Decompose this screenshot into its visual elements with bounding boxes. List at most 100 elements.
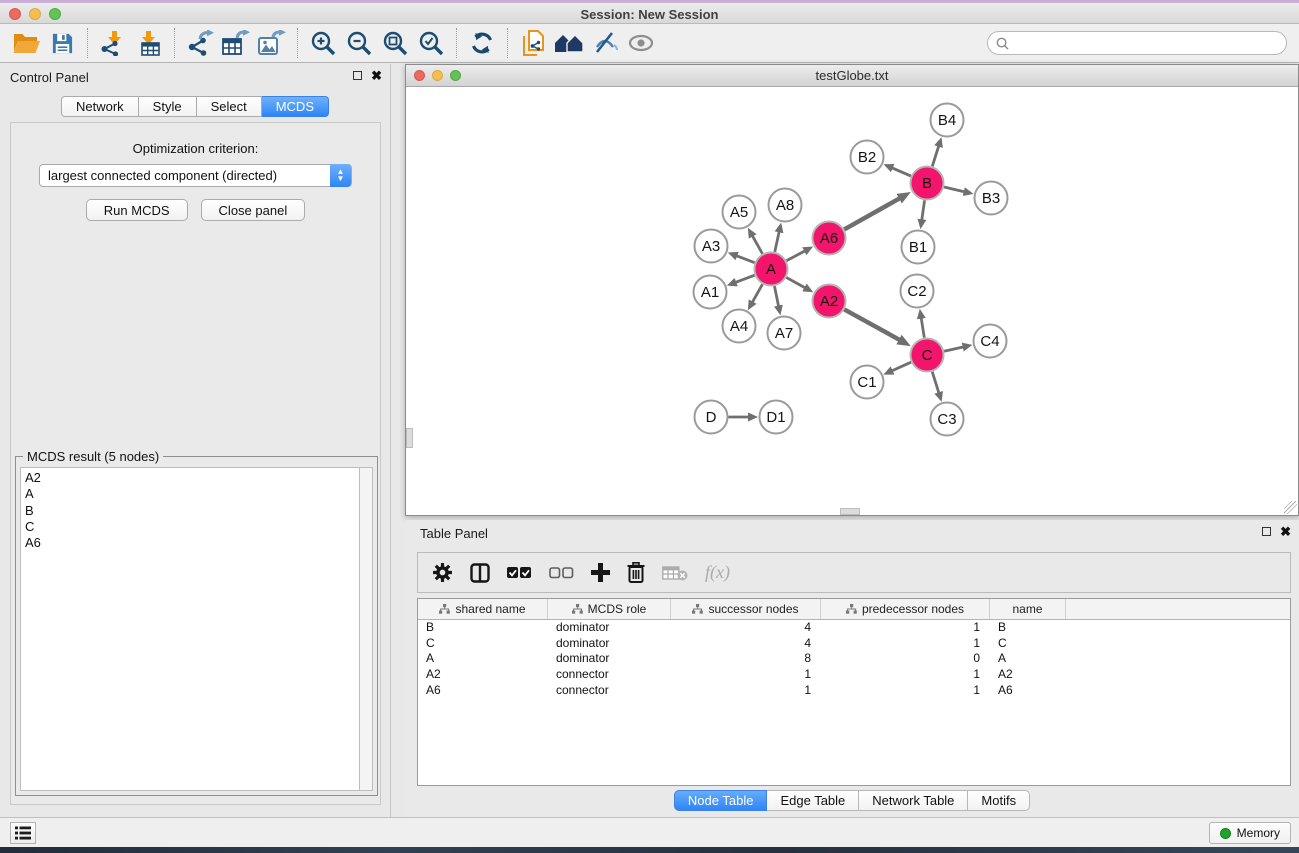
close-panel-icon[interactable]: ✖ xyxy=(371,70,382,81)
run-mcds-button[interactable]: Run MCDS xyxy=(86,199,188,221)
refresh-layout-button[interactable] xyxy=(464,27,500,59)
import-network-button[interactable] xyxy=(95,27,131,59)
table-row[interactable]: Adominator80A xyxy=(418,651,1290,667)
graph-edge-A-A2[interactable] xyxy=(786,277,805,287)
graph-node-a5[interactable]: A5 xyxy=(723,196,756,229)
criterion-dropdown[interactable]: largest connected component (directed) ▲… xyxy=(39,164,352,187)
mcds-result-list[interactable]: A2ABCA6 xyxy=(20,467,359,791)
import-table-button[interactable] xyxy=(131,27,167,59)
table-cell[interactable]: connector xyxy=(548,667,671,683)
search-input[interactable] xyxy=(1015,36,1278,50)
graph-node-a3[interactable]: A3 xyxy=(695,230,728,263)
table-cell[interactable]: 1 xyxy=(821,667,990,683)
table-row[interactable]: Bdominator41B xyxy=(418,620,1290,636)
table-cell[interactable]: dominator xyxy=(548,636,671,652)
graph-node-c4[interactable]: C4 xyxy=(974,325,1007,358)
close-panel-button[interactable]: Close panel xyxy=(201,199,306,221)
table-row[interactable]: A6connector11A6 xyxy=(418,683,1290,699)
table-cell[interactable]: 4 xyxy=(671,620,821,636)
table-row[interactable]: A2connector11A2 xyxy=(418,667,1290,683)
graph-node-c3[interactable]: C3 xyxy=(931,403,964,436)
open-session-button[interactable] xyxy=(8,27,44,59)
table-row[interactable]: Cdominator41C xyxy=(418,636,1290,652)
show-graphics-details-button[interactable] xyxy=(623,27,659,59)
horizontal-scroll-thumb[interactable] xyxy=(840,508,860,515)
graph-node-d1[interactable]: D1 xyxy=(760,401,793,434)
graph-node-a6[interactable]: A6 xyxy=(813,222,846,255)
graph-edge-A6-B[interactable] xyxy=(844,198,899,229)
graph-node-c2[interactable]: C2 xyxy=(901,275,934,308)
close-network-window-button[interactable] xyxy=(414,70,425,81)
graph-edge-B-B2[interactable] xyxy=(892,168,911,176)
graph-node-a2[interactable]: A2 xyxy=(813,285,846,318)
export-table-button[interactable] xyxy=(218,27,254,59)
zoom-out-button[interactable] xyxy=(341,27,377,59)
export-image-button[interactable] xyxy=(254,27,290,59)
table-settings-button[interactable] xyxy=(432,562,453,583)
table-cell[interactable]: 1 xyxy=(821,620,990,636)
mcds-result-item[interactable]: A6 xyxy=(25,535,359,551)
graph-edge-B-B1[interactable] xyxy=(922,200,925,219)
graph-edge-C-C4[interactable] xyxy=(944,347,963,351)
mcds-result-scrollbar[interactable] xyxy=(359,467,373,791)
graph-edge-C-C3[interactable] xyxy=(932,372,939,393)
mcds-result-item[interactable]: A xyxy=(25,486,359,502)
mcds-result-item[interactable]: B xyxy=(25,503,359,519)
graph-edge-A-A8[interactable] xyxy=(775,232,779,252)
maximize-network-window-button[interactable] xyxy=(450,70,461,81)
mcds-result-item[interactable]: C xyxy=(25,519,359,535)
table-cell[interactable]: 1 xyxy=(671,667,821,683)
hide-annotations-button[interactable] xyxy=(587,27,623,59)
graph-edge-C-C1[interactable] xyxy=(892,362,911,371)
table-cell[interactable]: A6 xyxy=(418,683,548,699)
table-cell[interactable]: A2 xyxy=(418,667,548,683)
column-header-shared-name[interactable]: shared name xyxy=(418,599,548,619)
zoom-selected-button[interactable] xyxy=(413,27,449,59)
table-cell[interactable]: 1 xyxy=(671,683,821,699)
graph-node-a4[interactable]: A4 xyxy=(723,310,756,343)
table-cell[interactable]: 8 xyxy=(671,651,821,667)
table-cell[interactable]: dominator xyxy=(548,651,671,667)
graph-node-a7[interactable]: A7 xyxy=(768,317,801,350)
graph-edge-A2-C[interactable] xyxy=(844,309,899,339)
float-table-panel-icon[interactable] xyxy=(1262,527,1271,536)
export-network-button[interactable] xyxy=(182,27,218,59)
float-panel-icon[interactable] xyxy=(353,71,362,80)
graph-edge-C-C2[interactable] xyxy=(921,318,924,338)
clone-network-button[interactable] xyxy=(515,27,551,59)
graph-node-b1[interactable]: B1 xyxy=(902,231,935,264)
graph-edge-A-A7[interactable] xyxy=(774,286,778,306)
table-cell[interactable]: C xyxy=(418,636,548,652)
unselect-all-columns-button[interactable] xyxy=(549,566,574,579)
table-cell[interactable]: A2 xyxy=(990,667,1066,683)
window-resize-grip[interactable] xyxy=(1284,501,1297,514)
task-history-button[interactable] xyxy=(10,822,36,844)
graph-edge-A-A4[interactable] xyxy=(752,284,762,302)
tab-node-table[interactable]: Node Table xyxy=(674,790,768,811)
table-cell[interactable]: dominator xyxy=(548,620,671,636)
save-session-button[interactable] xyxy=(44,27,80,59)
table-cell[interactable]: A xyxy=(990,651,1066,667)
tab-mcds[interactable]: MCDS xyxy=(262,96,329,117)
mcds-result-item[interactable]: A2 xyxy=(25,470,359,486)
zoom-in-button[interactable] xyxy=(305,27,341,59)
table-cell[interactable]: connector xyxy=(548,683,671,699)
tab-style[interactable]: Style xyxy=(139,96,197,117)
function-builder-button[interactable]: f(x) xyxy=(705,562,730,583)
tab-edge-table[interactable]: Edge Table xyxy=(767,790,859,811)
column-header-predecessor-nodes[interactable]: predecessor nodes xyxy=(821,599,990,619)
tab-select[interactable]: Select xyxy=(197,96,262,117)
vertical-scroll-thumb[interactable] xyxy=(406,428,413,448)
graph-edge-A-A3[interactable] xyxy=(737,256,755,263)
table-cell[interactable]: 0 xyxy=(821,651,990,667)
graph-node-d[interactable]: D xyxy=(695,401,728,434)
graph-node-a[interactable]: A xyxy=(755,253,788,286)
delete-table-button[interactable] xyxy=(662,565,688,581)
network-canvas[interactable]: B4B2BB3A8A5A6A3B1AA1C2A2A4A7C4CC1C3DD1 xyxy=(406,87,1298,515)
table-cell[interactable]: B xyxy=(990,620,1066,636)
column-header-name[interactable]: name xyxy=(990,599,1066,619)
tab-motifs[interactable]: Motifs xyxy=(968,790,1030,811)
graph-node-a1[interactable]: A1 xyxy=(694,276,727,309)
network-window-titlebar[interactable]: testGlobe.txt xyxy=(406,65,1298,87)
graph-node-b[interactable]: B xyxy=(911,167,944,200)
